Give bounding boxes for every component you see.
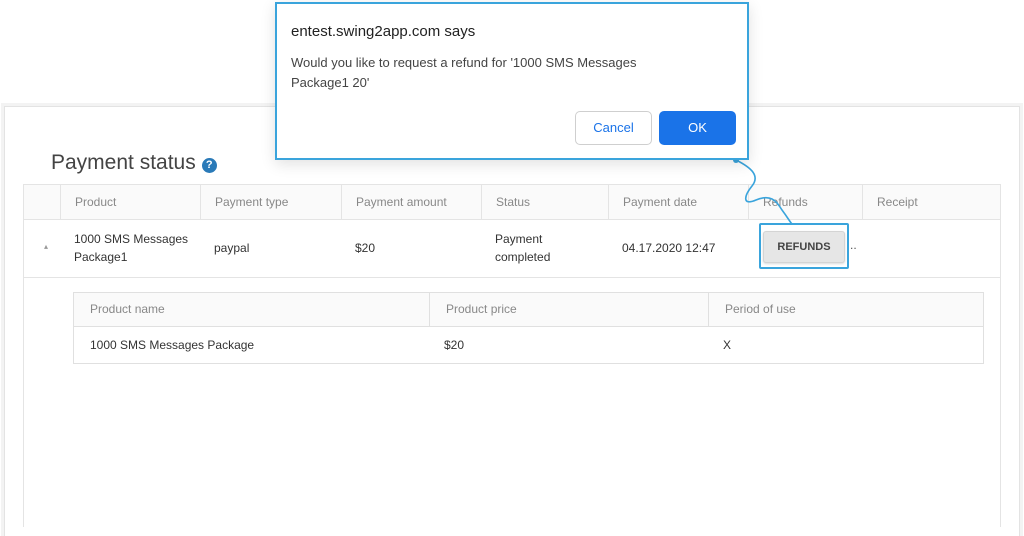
header-expand-col [24,185,60,219]
collapse-triangle-icon[interactable]: ▴ [44,242,48,251]
ok-button[interactable]: OK [659,111,736,145]
dialog-message: Would you like to request a refund for '… [291,53,711,93]
dialog-title: entest.swing2app.com says [291,23,476,40]
more-ellipsis[interactable]: .. [850,238,857,252]
header-payment-date: Payment date [608,185,748,219]
cell-payment-date: 04.17.2020 12:47 [622,241,716,255]
dialog-message-line2: Package1 20' [291,75,370,90]
page-title-wrap: Payment status ? [51,151,217,175]
header-status: Status [481,185,608,219]
cell-product-line1: 1000 SMS Messages [74,232,189,246]
cell-product-line2: Package1 [74,250,128,264]
header-payment-type: Payment type [200,185,341,219]
confirm-dialog: entest.swing2app.com says Would you like… [275,2,749,160]
question-circle-icon[interactable]: ? [201,157,217,173]
cell-payment-type: paypal [214,241,250,255]
header-payment-amount: Payment amount [341,185,481,219]
cell-status-line2: completed [495,250,551,264]
detail-header-period-of-use: Period of use [708,293,983,326]
page-title: Payment status [51,151,196,174]
table-header: Product Payment type Payment amount Stat… [24,185,1000,220]
refunds-button[interactable]: REFUNDS [763,231,845,263]
dialog-message-line1: Would you like to request a refund for '… [291,55,637,70]
detail-product-price: $20 [444,338,465,352]
header-product: Product [60,185,200,219]
cancel-button[interactable]: Cancel [575,111,652,145]
header-refunds: Refunds [748,185,862,219]
detail-header: Product name Product price Period of use [74,293,983,327]
cell-product: 1000 SMS Messages Package1 [74,230,188,266]
cell-status-line1: Payment [495,232,543,246]
detail-period-of-use: X [723,338,732,352]
detail-product-name: 1000 SMS Messages Package [90,338,255,352]
cell-status: Payment completed [495,230,550,266]
header-receipt: Receipt [862,185,1000,219]
detail-header-product-price: Product price [429,293,708,326]
product-detail-table: Product name Product price Period of use… [73,292,984,364]
cell-payment-amount: $20 [355,241,376,255]
detail-header-product-name: Product name [90,302,165,316]
